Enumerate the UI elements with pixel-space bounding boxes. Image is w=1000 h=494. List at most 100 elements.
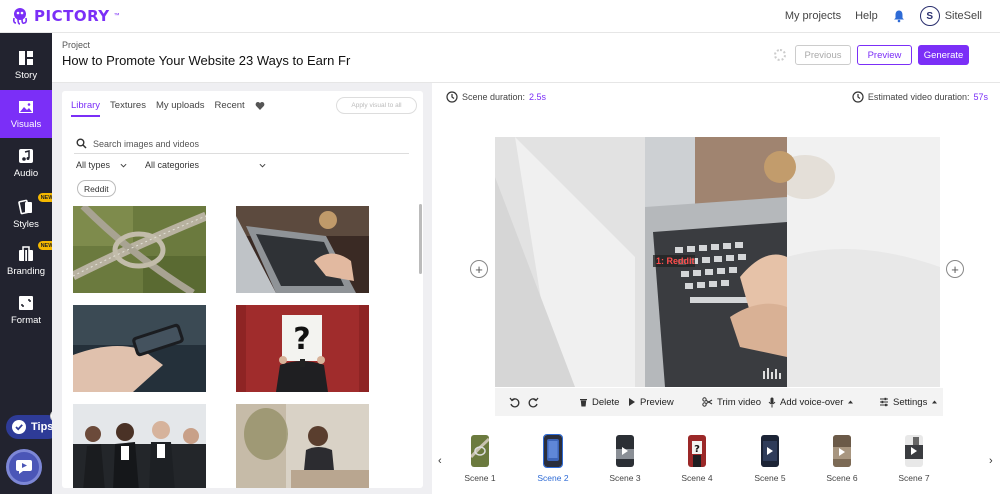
- media-thumbnail[interactable]: [73, 404, 206, 488]
- scene-preview-button[interactable]: Preview: [628, 397, 674, 408]
- sidebar-item-label: Styles: [13, 218, 39, 230]
- add-voice-over-button[interactable]: Add voice-over: [768, 397, 854, 408]
- chevron-left-icon[interactable]: ‹: [438, 455, 442, 467]
- categories-dropdown[interactable]: All categories: [145, 160, 266, 170]
- types-dropdown[interactable]: All types: [76, 160, 127, 170]
- chat-button[interactable]: [6, 449, 42, 485]
- chevron-right-icon[interactable]: ›: [989, 455, 993, 467]
- scene-item-3[interactable]: Scene 3: [603, 435, 647, 483]
- undo-icon[interactable]: [509, 397, 520, 408]
- svg-text:?: ?: [694, 444, 700, 455]
- search-input[interactable]: [93, 138, 393, 149]
- scene-item-6[interactable]: Scene 6: [820, 435, 864, 483]
- scene-thumbnail: [616, 435, 634, 467]
- sidebar-item-label: Branding: [6, 265, 46, 277]
- aerial-highway-image: [73, 206, 206, 293]
- sidebar-item-visuals[interactable]: Visuals: [0, 90, 52, 138]
- scene-thumbnail: [471, 435, 489, 467]
- delete-button[interactable]: Delete: [579, 397, 619, 408]
- sidebar-item-story[interactable]: Story: [0, 41, 52, 89]
- sidebar-item-audio[interactable]: Audio: [0, 139, 52, 187]
- media-scrollbar[interactable]: [419, 204, 422, 274]
- scene-thumbnail: [761, 435, 779, 467]
- scene-label: Scene 2: [537, 473, 569, 483]
- project-label: Project: [62, 40, 91, 50]
- trim-video-label: Trim video: [717, 396, 761, 408]
- clock-icon: [446, 91, 458, 103]
- preview-button[interactable]: Preview: [857, 45, 912, 65]
- scene-preview-canvas[interactable]: 1: Reddit: [495, 137, 940, 387]
- layout-icon: [19, 50, 33, 65]
- sidebar-item-label: Format: [10, 314, 42, 326]
- scissors-icon: [702, 397, 713, 407]
- pictory-logo[interactable]: PICTORY ™: [10, 6, 120, 26]
- generate-button[interactable]: Generate: [918, 45, 969, 65]
- media-thumbnail[interactable]: [73, 206, 206, 293]
- media-thumbnail[interactable]: [236, 404, 369, 488]
- estimated-duration-value: 57s: [973, 92, 988, 102]
- conference-people-image: [73, 404, 206, 488]
- play-icon: [629, 398, 635, 406]
- scene-item-5[interactable]: Scene 5: [748, 435, 792, 483]
- scene-preview-label: Preview: [640, 396, 674, 408]
- help-link[interactable]: Help: [855, 10, 878, 22]
- caption-text: 1: Reddit: [656, 256, 695, 266]
- chevron-down-icon: [259, 163, 266, 168]
- scene-thumbnail: [905, 435, 923, 467]
- trim-video-button[interactable]: Trim video: [702, 397, 761, 408]
- scene-label: Scene 5: [754, 473, 786, 483]
- user-menu[interactable]: S SiteSell: [919, 6, 982, 26]
- scene-toolbar: Delete Preview Trim video Add voice-over…: [495, 388, 943, 416]
- add-scene-before-button[interactable]: +: [470, 260, 488, 278]
- tab-library[interactable]: Library: [71, 100, 101, 117]
- scene-thumbnail: [543, 434, 563, 468]
- scene-item-2[interactable]: Scene 2: [531, 434, 575, 483]
- my-projects-link[interactable]: My projects: [785, 10, 841, 22]
- settings-button[interactable]: Settings: [879, 397, 938, 408]
- image-icon: [19, 100, 33, 113]
- tab-recent[interactable]: Recent: [215, 100, 245, 117]
- media-thumbnail[interactable]: [236, 206, 369, 293]
- aspect-ratio-icon: [19, 295, 33, 310]
- media-thumbnail[interactable]: [73, 305, 206, 392]
- scene-duration-value[interactable]: 2.5s: [529, 92, 546, 102]
- briefcase-icon: [19, 245, 33, 261]
- media-thumbnail[interactable]: ?: [236, 305, 369, 392]
- scene-thumbnail: ?: [688, 435, 706, 467]
- tips-label: Tips: [31, 421, 54, 433]
- svg-text:?: ?: [293, 322, 310, 357]
- scene-label: Scene 1: [464, 473, 496, 483]
- heart-icon[interactable]: [255, 101, 265, 111]
- apply-visual-to-all-button[interactable]: Apply visual to all: [336, 97, 417, 114]
- top-bar: PICTORY ™ My projects Help S SiteSell: [0, 0, 1000, 33]
- tab-textures[interactable]: Textures: [110, 100, 146, 117]
- brand-tm: ™: [113, 13, 120, 19]
- project-title[interactable]: How to Promote Your Website 23 Ways to E…: [62, 53, 350, 68]
- previous-button[interactable]: Previous: [795, 45, 851, 65]
- add-scene-after-button[interactable]: +: [946, 260, 964, 278]
- settings-label: Settings: [893, 396, 928, 408]
- keyword-chip[interactable]: Reddit: [77, 180, 116, 197]
- estimated-duration-label: Estimated video duration:: [867, 92, 970, 102]
- avatar: S: [919, 6, 940, 26]
- add-voice-over-label: Add voice-over: [780, 396, 844, 408]
- loading-spinner-icon: [774, 49, 786, 61]
- scene-label: Scene 6: [826, 473, 858, 483]
- scene-item-1[interactable]: Scene 1: [458, 435, 502, 483]
- media-tabs: Library Textures My uploads Recent: [71, 100, 265, 117]
- scene-thumbnail: [833, 435, 851, 467]
- redo-icon[interactable]: [528, 397, 539, 408]
- sidebar-item-format[interactable]: Format: [0, 286, 52, 334]
- caret-up-icon: [932, 400, 938, 404]
- scene-label: Scene 7: [898, 473, 930, 483]
- tab-my-uploads[interactable]: My uploads: [156, 100, 205, 117]
- scene-label: Scene 4: [681, 473, 713, 483]
- delete-label: Delete: [592, 396, 620, 408]
- scene-duration-label: Scene duration:: [462, 92, 526, 102]
- microphone-icon: [768, 397, 776, 407]
- bell-icon[interactable]: [892, 9, 906, 23]
- sliders-icon: [880, 397, 888, 407]
- scene-item-4[interactable]: ? Scene 4: [675, 435, 719, 483]
- hand-phone-image: [73, 305, 206, 392]
- scene-item-7[interactable]: Scene 7: [892, 435, 936, 483]
